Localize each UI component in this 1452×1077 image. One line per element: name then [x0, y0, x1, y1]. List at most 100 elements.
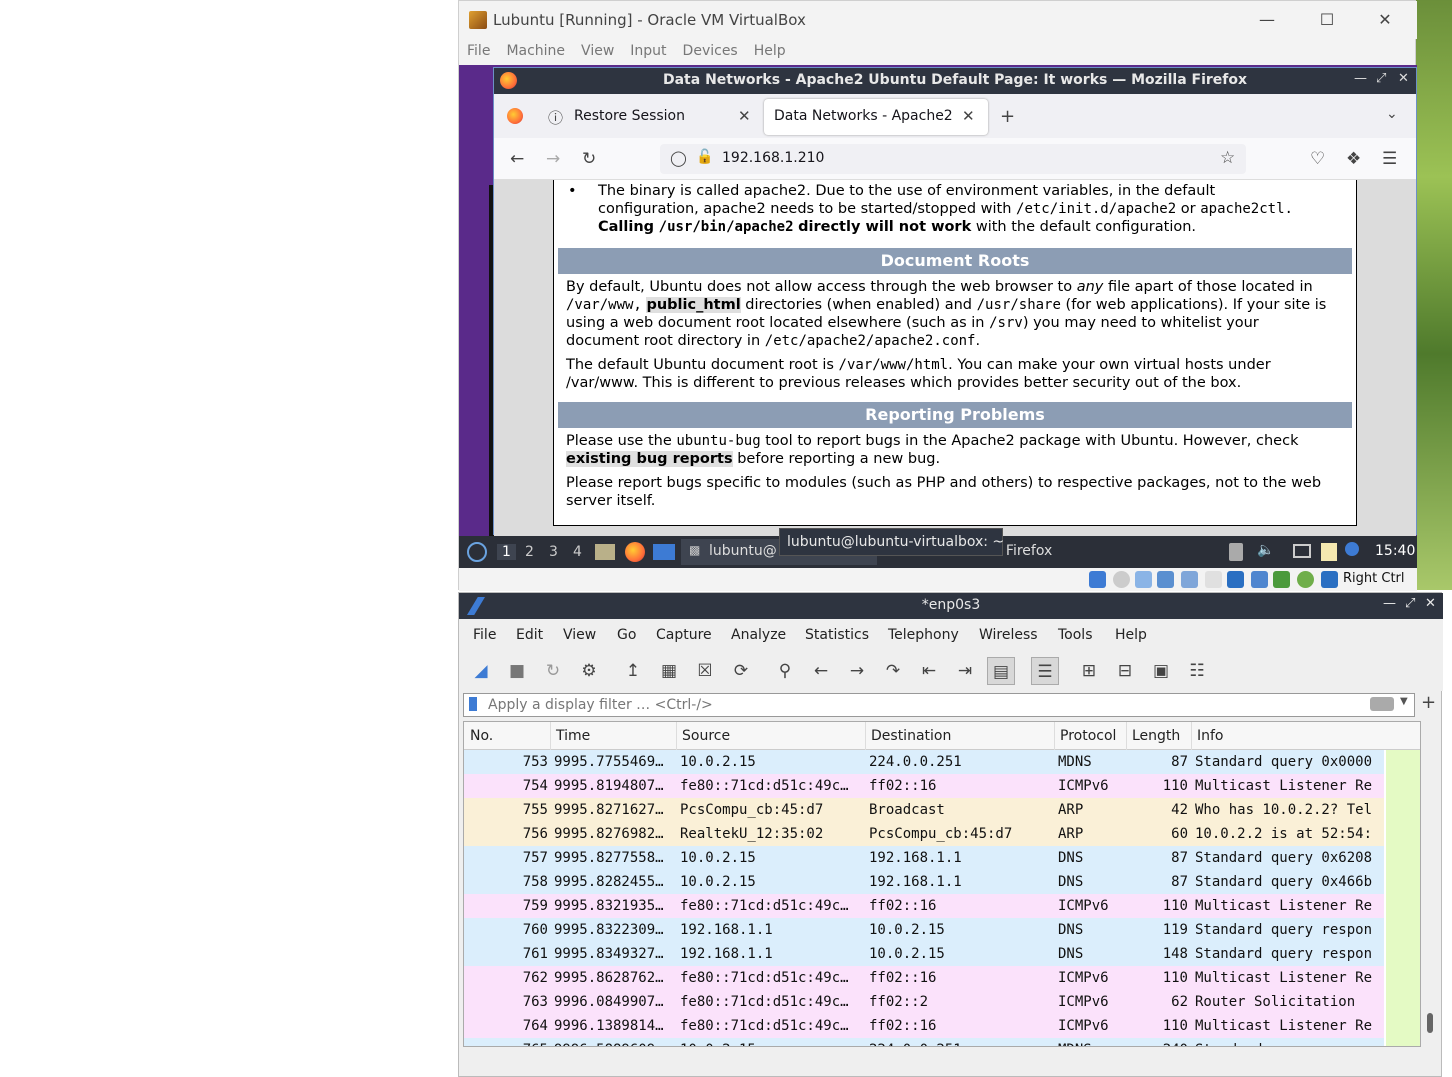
close-icon[interactable]: ✕	[1398, 71, 1409, 86]
close-icon[interactable]: ✕	[1365, 7, 1405, 33]
ws-menu-statistics[interactable]: Statistics	[805, 627, 869, 643]
table-row[interactable]: 757 9995.8277558… 10.0.2.15 192.168.1.1 DNS 8…	[464, 846, 1384, 870]
public-html-link[interactable]: public_html	[646, 297, 741, 313]
list-all-tabs-icon[interactable]: ⌄	[1386, 106, 1398, 122]
table-row[interactable]: 763 9996.0849907… fe80::71cd:d51c:49c… ff02…	[464, 990, 1384, 1014]
keyboard-capture-icon[interactable]	[1321, 571, 1338, 588]
insecure-lock-icon[interactable]: 🔓	[696, 149, 713, 165]
optical-drive-icon[interactable]	[1113, 571, 1130, 588]
ws-menu-go[interactable]: Go	[617, 627, 636, 643]
col-header-source[interactable]: Source	[682, 728, 730, 744]
maximize-icon[interactable]: ☐	[1307, 7, 1347, 33]
start-menu-icon[interactable]	[467, 542, 487, 562]
col-header-destination[interactable]: Destination	[871, 728, 951, 744]
ws-menu-wireless[interactable]: Wireless	[979, 627, 1038, 643]
url-bar[interactable]: ◯ 🔓 192.168.1.210 ☆	[660, 144, 1246, 174]
audio-icon[interactable]	[1135, 571, 1152, 588]
first-packet-icon[interactable]: ⇤	[915, 657, 943, 685]
vbox-menu-devices[interactable]: Devices	[675, 39, 746, 63]
extensions-icon[interactable]: ❖	[1346, 149, 1361, 169]
network-icon[interactable]	[1293, 544, 1311, 558]
volume-icon[interactable]: 🔈	[1257, 542, 1274, 558]
vbox-menu-file[interactable]: File	[459, 39, 498, 63]
table-row[interactable]: 761 9995.8349327… 192.168.1.1 10.0.2.15 DNS 1…	[464, 942, 1384, 966]
table-row[interactable]: 758 9995.8282455… 10.0.2.15 192.168.1.1 DNS 8…	[464, 870, 1384, 894]
go-back-icon[interactable]: ←	[807, 657, 835, 685]
autoscroll-icon[interactable]: ▤	[987, 657, 1015, 685]
workspace-3[interactable]: 3	[549, 544, 558, 560]
stop-capture-icon[interactable]: ■	[503, 657, 531, 685]
minimize-icon[interactable]: —	[1354, 71, 1367, 86]
update-notifier-icon[interactable]	[1345, 542, 1359, 556]
hard-disk-icon[interactable]	[1089, 571, 1106, 588]
ws-menu-view[interactable]: View	[563, 627, 596, 643]
display-filter-input[interactable]: Apply a display filter … <Ctrl-/> ▼	[463, 693, 1415, 717]
clock[interactable]: 15:40	[1375, 543, 1415, 559]
table-row[interactable]: 754 9995.8194807… fe80::71cd:d51c:49c… ff02…	[464, 774, 1384, 798]
zoom-out-icon[interactable]: ⊟	[1111, 657, 1139, 685]
table-row[interactable]: 753 9995.7755469… 10.0.2.15 224.0.0.251 MDNS…	[464, 750, 1384, 774]
close-tab-icon[interactable]: ✕	[738, 107, 751, 125]
minimize-icon[interactable]: —	[1383, 596, 1396, 611]
bookmark-icon[interactable]	[469, 697, 477, 711]
col-header-length[interactable]: Length	[1132, 728, 1180, 744]
vertical-scrollbar-thumb[interactable]	[1427, 1013, 1433, 1033]
table-row[interactable]: 759 9995.8321935… fe80::71cd:d51c:49c… ff02…	[464, 894, 1384, 918]
vbox-menu-help[interactable]: Help	[746, 39, 794, 63]
workspace-2[interactable]: 2	[525, 544, 534, 560]
usb-icon[interactable]	[1181, 571, 1198, 588]
display-icon[interactable]	[1227, 571, 1244, 588]
cpu-icon[interactable]	[1273, 571, 1290, 588]
video-capture-icon[interactable]	[1251, 571, 1268, 588]
close-tab-icon[interactable]: ✕	[962, 107, 975, 125]
guest-additions-icon[interactable]	[1297, 571, 1314, 588]
close-file-icon[interactable]: ☒	[691, 657, 719, 685]
last-packet-icon[interactable]: ⇥	[951, 657, 979, 685]
colorize-icon[interactable]: ☰	[1031, 657, 1059, 685]
filter-dropdown-icon[interactable]: ▼	[1400, 696, 1408, 707]
open-file-icon[interactable]: ↥	[619, 657, 647, 685]
table-row[interactable]: 764 9996.1389814… fe80::71cd:d51c:49c… ff02…	[464, 1014, 1384, 1038]
reload-file-icon[interactable]: ⟳	[727, 657, 755, 685]
firefox-launcher-icon[interactable]	[625, 542, 645, 562]
table-row[interactable]: 765 9996.5889609… 10.0.2.15 224.0.0.251 MDNS…	[464, 1038, 1384, 1046]
back-icon[interactable]: ←	[510, 149, 524, 169]
new-tab-icon[interactable]: +	[1000, 106, 1015, 127]
start-capture-icon[interactable]: ◢	[467, 657, 495, 685]
vbox-menu-view[interactable]: View	[573, 39, 622, 63]
minimize-icon[interactable]: —	[1247, 7, 1287, 33]
add-filter-button-icon[interactable]: +	[1421, 692, 1436, 713]
existing-bug-reports-link[interactable]: existing bug reports	[566, 451, 733, 467]
col-header-protocol[interactable]: Protocol	[1060, 728, 1116, 744]
ws-menu-edit[interactable]: Edit	[516, 627, 543, 643]
shield-icon[interactable]: ◯	[670, 149, 687, 167]
vbox-menu-machine[interactable]: Machine	[498, 39, 573, 63]
bookmark-star-icon[interactable]: ☆	[1220, 148, 1235, 168]
maximize-icon[interactable]: ⤢	[1405, 596, 1415, 611]
col-header-info[interactable]: Info	[1197, 728, 1224, 744]
resize-columns-icon[interactable]: ☷	[1183, 657, 1211, 685]
go-forward-icon[interactable]: →	[843, 657, 871, 685]
ws-menu-telephony[interactable]: Telephony	[888, 627, 959, 643]
shared-folders-icon[interactable]	[1205, 571, 1222, 588]
packet-minimap-scrollbar[interactable]	[1386, 750, 1420, 1046]
vbox-menu-input[interactable]: Input	[622, 39, 674, 63]
close-icon[interactable]: ✕	[1425, 596, 1436, 611]
hamburger-menu-icon[interactable]: ☰	[1382, 149, 1397, 169]
workspace-1[interactable]: 1	[497, 544, 516, 560]
ws-menu-file[interactable]: File	[473, 627, 496, 643]
network-adapter-icon[interactable]	[1157, 571, 1174, 588]
forward-icon[interactable]: →	[546, 149, 560, 169]
tab-data-networks[interactable]: Data Networks - Apache2 Ubuntu ✕	[764, 99, 988, 135]
normal-size-icon[interactable]: ▣	[1147, 657, 1175, 685]
capture-options-icon[interactable]: ⚙	[575, 657, 603, 685]
find-packet-icon[interactable]: ⚲	[771, 657, 799, 685]
desktop-icon[interactable]	[653, 544, 675, 560]
col-header-time[interactable]: Time	[556, 728, 590, 744]
apply-filter-icon[interactable]	[1370, 697, 1394, 711]
reload-icon[interactable]: ↻	[582, 149, 596, 169]
save-file-icon[interactable]: ▦	[655, 657, 683, 685]
restart-capture-icon[interactable]: ↻	[539, 657, 567, 685]
workspace-4[interactable]: 4	[573, 544, 582, 560]
ws-menu-help[interactable]: Help	[1115, 627, 1147, 643]
